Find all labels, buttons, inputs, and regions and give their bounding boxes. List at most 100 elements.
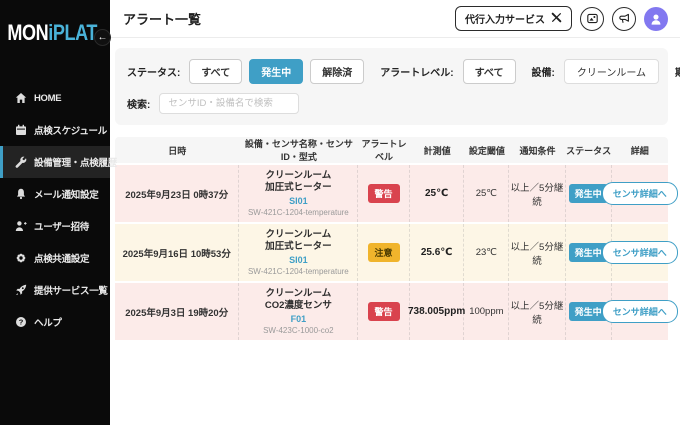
column-header-condition: 通知条件: [509, 144, 565, 157]
sensor-detail-button[interactable]: センサ詳細へ: [602, 241, 678, 264]
period-filter-label: 期間:: [675, 64, 680, 79]
sidebar-item-help[interactable]: ? ヘルプ: [0, 306, 110, 338]
table-row: 2025年9月3日 19時20分 クリーンルーム CO2濃度センサ F01 SW…: [115, 283, 668, 340]
cell-measured: 25.6℃: [410, 224, 465, 281]
topbar-actions: 代行入力サービス: [455, 6, 668, 31]
sensor-id-link[interactable]: SI01: [289, 254, 308, 266]
status-filter-active-button[interactable]: 発生中: [249, 59, 303, 84]
sidebar-item-services-list[interactable]: 提供サービス一覧: [0, 274, 110, 306]
sidebar-item-home[interactable]: HOME: [0, 82, 110, 114]
sensor-name: CO2濃度センサ: [265, 300, 332, 313]
column-header-status: ステータス: [566, 144, 612, 157]
equipment-select[interactable]: クリーンルーム: [564, 59, 659, 84]
cell-threshold: 25℃: [464, 165, 509, 222]
sensor-name: 加圧式ヒーター: [265, 182, 332, 195]
brand-logo[interactable]: MONiPLAT: [0, 0, 90, 46]
cell-alert-level: 注意: [358, 224, 409, 281]
sidebar-item-label: 提供サービス一覧: [34, 283, 108, 297]
user-plus-icon: [15, 220, 27, 232]
sidebar-collapse-button[interactable]: ←: [94, 29, 111, 46]
sensor-detail-button[interactable]: センサ詳細へ: [602, 300, 678, 323]
topbar: アラート一覧 代行入力サービス: [110, 0, 680, 38]
main-content: アラート一覧 代行入力サービス: [110, 0, 680, 425]
column-header-measured: 計測値: [410, 144, 465, 157]
sidebar-item-mail-notification[interactable]: メール通知設定: [0, 178, 110, 210]
sensor-id-link[interactable]: SI01: [289, 195, 308, 207]
cell-condition: 以上／5分継続: [509, 224, 565, 281]
rocket-icon: [15, 284, 27, 296]
cell-datetime: 2025年9月3日 19時20分: [115, 283, 239, 340]
filter-panel: ステータス: すべて 発生中 解除済 アラートレベル: すべて 設備: クリーン…: [115, 48, 668, 125]
filter-row-1: ステータス: すべて 発生中 解除済 アラートレベル: すべて 設備: クリーン…: [127, 59, 656, 84]
sidebar-item-label: 点検スケジュール: [34, 123, 107, 137]
sidebar-item-label: HOME: [34, 93, 61, 104]
sensor-detail-button[interactable]: センサ詳細へ: [602, 182, 678, 205]
cell-sensor: クリーンルーム 加圧式ヒーター SI01 SW-421C-1204-temper…: [239, 224, 358, 281]
arrow-left-icon: ←: [98, 32, 108, 43]
equipment-filter-label: 設備:: [532, 64, 555, 79]
sidebar-item-user-invite[interactable]: ユーザー招待: [0, 210, 110, 242]
filter-row-2: 検索:: [127, 93, 656, 114]
cell-datetime: 2025年9月23日 0時37分: [115, 165, 239, 222]
megaphone-icon[interactable]: [612, 7, 636, 31]
status-filter-all-button[interactable]: すべて: [189, 59, 242, 84]
alert-level-filter-label: アラートレベル:: [380, 64, 453, 79]
column-header-detail: 詳細: [612, 144, 668, 157]
table-header-row: 日時 設備・センサ名称・センサID・型式 アラートレベル 計測値 設定閾値 通知…: [115, 137, 668, 163]
cell-detail: センサ詳細へ: [612, 283, 668, 340]
cell-alert-level: 警告: [358, 283, 409, 340]
cell-condition: 以上／5分継続: [509, 283, 565, 340]
app-window: MONiPLAT HOME 点検スケジュール 設備管理・点検履歴: [0, 0, 680, 425]
bell-icon: [15, 188, 27, 200]
proxy-input-service-button[interactable]: 代行入力サービス: [455, 6, 572, 31]
logo-text-iplat: iPLAT: [48, 20, 97, 45]
sidebar-item-label: 設備管理・点検履歴: [34, 155, 117, 169]
user-avatar[interactable]: [644, 7, 668, 31]
sidebar-item-label: ヘルプ: [34, 315, 62, 329]
sidebar-item-inspection-schedule[interactable]: 点検スケジュール: [0, 114, 110, 146]
column-header-threshold: 設定閾値: [464, 144, 509, 157]
sidebar-item-common-settings[interactable]: 点検共通設定: [0, 242, 110, 274]
cell-threshold: 100ppm: [464, 283, 509, 340]
report-icon[interactable]: [580, 7, 604, 31]
sidebar-item-label: メール通知設定: [34, 187, 98, 201]
sidebar-item-label: 点検共通設定: [34, 251, 89, 265]
alert-level-badge: 警告: [368, 302, 400, 321]
cell-measured: 25℃: [410, 165, 465, 222]
cell-detail: センサ詳細へ: [612, 224, 668, 281]
table-row: 2025年9月16日 10時53分 クリーンルーム 加圧式ヒーター SI01 S…: [115, 224, 668, 281]
cell-sensor: クリーンルーム 加圧式ヒーター SI01 SW-421C-1204-temper…: [239, 165, 358, 222]
search-input[interactable]: [159, 93, 299, 114]
table-row: 2025年9月23日 0時37分 クリーンルーム 加圧式ヒーター SI01 SW…: [115, 165, 668, 222]
status-filter-cleared-button[interactable]: 解除済: [310, 59, 364, 84]
cell-condition: 以上／5分継続: [509, 165, 565, 222]
sensor-id-link[interactable]: F01: [291, 313, 307, 325]
proxy-button-label: 代行入力サービス: [465, 11, 545, 26]
column-header-sensor: 設備・センサ名称・センサID・型式: [239, 137, 358, 163]
cell-datetime: 2025年9月16日 10時53分: [115, 224, 239, 281]
cell-alert-level: 警告: [358, 165, 409, 222]
cell-threshold: 23℃: [464, 224, 509, 281]
sensor-name: 加圧式ヒーター: [265, 241, 332, 254]
alert-level-badge: 警告: [368, 184, 400, 203]
page-title: アラート一覧: [123, 9, 201, 28]
status-filter-label: ステータス:: [127, 64, 180, 79]
equipment-name: クリーンルーム: [265, 288, 331, 301]
sidebar-item-equipment-history[interactable]: 設備管理・点検履歴: [0, 146, 110, 178]
wrench-icon: [15, 156, 27, 168]
alert-level-badge: 注意: [368, 243, 400, 262]
alert-table: 日時 設備・センサ名称・センサID・型式 アラートレベル 計測値 設定閾値 通知…: [115, 137, 668, 340]
alert-level-all-button[interactable]: すべて: [463, 59, 516, 84]
cell-detail: センサ詳細へ: [612, 165, 668, 222]
cell-sensor: クリーンルーム CO2濃度センサ F01 SW-423C-1000-co2: [239, 283, 358, 340]
search-label: 検索:: [127, 96, 150, 111]
sidebar: MONiPLAT HOME 点検スケジュール 設備管理・点検履歴: [0, 0, 110, 425]
sidebar-item-label: ユーザー招待: [34, 219, 89, 233]
cell-measured: 738.005ppm: [410, 283, 465, 340]
equipment-name: クリーンルーム: [265, 229, 331, 242]
sidebar-nav: HOME 点検スケジュール 設備管理・点検履歴 メール通知設定: [0, 82, 110, 338]
logo-text-mon: MON: [7, 20, 48, 45]
pen-cross-icon: [551, 12, 562, 26]
sensor-model: SW-423C-1000-co2: [263, 325, 334, 336]
help-icon: ?: [15, 316, 27, 328]
